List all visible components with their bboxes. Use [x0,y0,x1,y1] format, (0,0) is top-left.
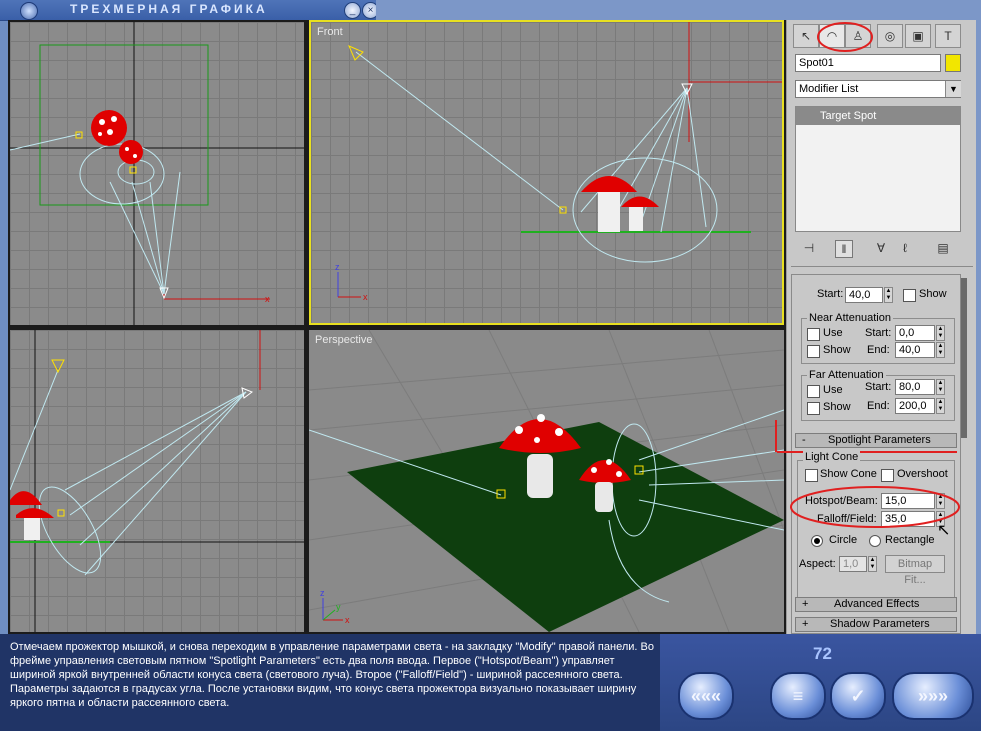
show-cone-label: Show Cone [820,468,877,480]
spotlight-parameters-label: Spotlight Parameters [828,434,931,446]
near-start-label: Start: [865,327,892,339]
desktop-background [376,0,981,20]
divider [791,266,973,267]
bitmap-fit-button[interactable]: Bitmap Fit... [885,555,945,586]
show-end-result-icon[interactable]: ‖ [835,240,853,258]
near-show-label: Show [823,344,851,356]
top-view-scene: x [10,22,304,325]
start-spinner[interactable]: ▲ ▼ [884,287,893,303]
lesson-text-panel: Отмечаем прожектор мышкой, и снова перех… [0,634,660,731]
chevron-down-icon[interactable]: ▼ [945,81,961,97]
spotlight-parameters-rollout[interactable]: - Spotlight Parameters [795,433,957,448]
aspect-spinner[interactable]: ▲ ▼ [868,556,877,572]
persp-axis-x: x [345,615,350,625]
front-view-scene: z x [335,22,782,302]
far-use-label: Use [823,384,843,396]
far-start-spinner[interactable]: ▲ ▼ [936,379,945,395]
far-end-spinner[interactable]: ▲ ▼ [936,398,945,414]
start-label: Start: [817,288,844,300]
far-attenuation-title: Far Attenuation [807,369,886,381]
far-show-checkbox[interactable] [807,402,820,415]
mouse-cursor-icon: ↖ [937,522,951,539]
tab-motion[interactable]: ◎ [877,24,903,48]
shadow-parameters-rollout[interactable]: + Shadow Parameters [795,617,957,632]
circle-radio[interactable] [811,535,823,547]
advanced-effects-rollout[interactable]: + Advanced Effects [795,597,957,612]
top-axis-x: x [265,294,270,304]
modifier-list-dropdown[interactable]: Modifier List [795,80,961,98]
title-bar: ТРЕХМЕРНАЯ ГРАФИКА _ × [0,0,379,21]
front-axis-x: x [363,292,368,302]
object-color-swatch[interactable] [945,54,961,72]
stack-item-target-spot[interactable]: Target Spot [796,107,960,125]
far-end-label: End: [867,400,890,412]
near-end-label: End: [867,344,890,356]
desktop-edge [976,20,981,634]
near-show-checkbox[interactable] [807,345,820,358]
persp-axis-z: z [320,588,325,598]
near-end-spinner[interactable]: ▲ ▼ [936,342,945,358]
start-field[interactable]: 40,0 [845,287,883,303]
advanced-effects-label: Advanced Effects [834,598,920,610]
show-label: Show [919,288,947,300]
near-end-field[interactable]: 40,0 [895,342,935,358]
far-end-field[interactable]: 200,0 [895,398,935,414]
near-start-spinner[interactable]: ▲ ▼ [936,325,945,341]
scrollbar-thumb[interactable] [961,278,967,438]
overshoot-checkbox[interactable] [881,469,894,482]
rollout-expand-icon: + [802,598,809,610]
far-start-label: Start: [865,381,892,393]
far-show-label: Show [823,401,851,413]
app-icon[interactable] [20,2,38,20]
lesson-text: Отмечаем прожектор мышкой, и снова перех… [10,641,654,709]
rollout-expand-icon: + [802,618,809,630]
command-panel: ↖ ◠ ♙ ◎ ▣ T Spot01 Modifier List ▼ Targe… [775,20,977,634]
rollout-highlight-bracket [775,420,777,452]
minimize-button[interactable]: _ [344,2,361,19]
modifier-stack: Target Spot [795,106,961,232]
pin-stack-icon[interactable]: ⊣ [801,240,817,256]
object-name-field[interactable]: Spot01 [795,54,941,72]
navigation-panel: 72 ««« ≡ ✓ »»» [660,634,981,731]
persp-axis-y: y [336,602,341,612]
viewport-top[interactable]: x [10,22,304,325]
perspective-scene: z x y [309,330,784,632]
near-start-field[interactable]: 0,0 [895,325,935,341]
near-attenuation-title: Near Attenuation [807,312,893,324]
show-cone-checkbox[interactable] [805,469,818,482]
left-view-scene [10,330,304,632]
circle-label: Circle [829,534,858,546]
show-checkbox[interactable] [903,289,916,302]
viewport-left[interactable] [10,330,304,632]
viewport-front[interactable]: Front z x [309,20,784,325]
far-start-field[interactable]: 80,0 [895,379,935,395]
remove-modifier-icon[interactable]: ℓ [897,240,913,256]
near-use-checkbox[interactable] [807,328,820,341]
ok-button[interactable]: ✓ [830,672,886,720]
tab-display[interactable]: ▣ [905,24,931,48]
rollout-collapse-icon: - [802,434,806,446]
make-unique-icon[interactable]: ∀ [873,240,889,256]
configure-sets-icon[interactable]: ▤ [935,240,951,256]
back-button[interactable]: ««« [678,672,734,720]
modify-tab-highlight [817,22,873,52]
tab-utilities[interactable]: T [935,24,961,48]
aspect-label: Aspect: [799,558,836,570]
front-axis-z: z [335,262,340,272]
aspect-field[interactable]: 1,0 [839,556,867,572]
rectangle-label: Rectangle [885,534,935,546]
near-use-label: Use [823,327,843,339]
rectangle-radio[interactable] [869,535,881,547]
viewport-perspective[interactable]: Perspective z x y [309,330,784,632]
light-cone-title: Light Cone [803,451,861,463]
forward-button[interactable]: »»» [892,672,974,720]
page-number: 72 [813,644,832,663]
menu-button[interactable]: ≡ [770,672,826,720]
viewport-area: x Front z x Perspective z x y [8,20,786,634]
far-use-checkbox[interactable] [807,385,820,398]
window-title: ТРЕХМЕРНАЯ ГРАФИКА [70,2,268,16]
shadow-parameters-label: Shadow Parameters [830,618,930,630]
overshoot-label: Overshoot [897,468,948,480]
